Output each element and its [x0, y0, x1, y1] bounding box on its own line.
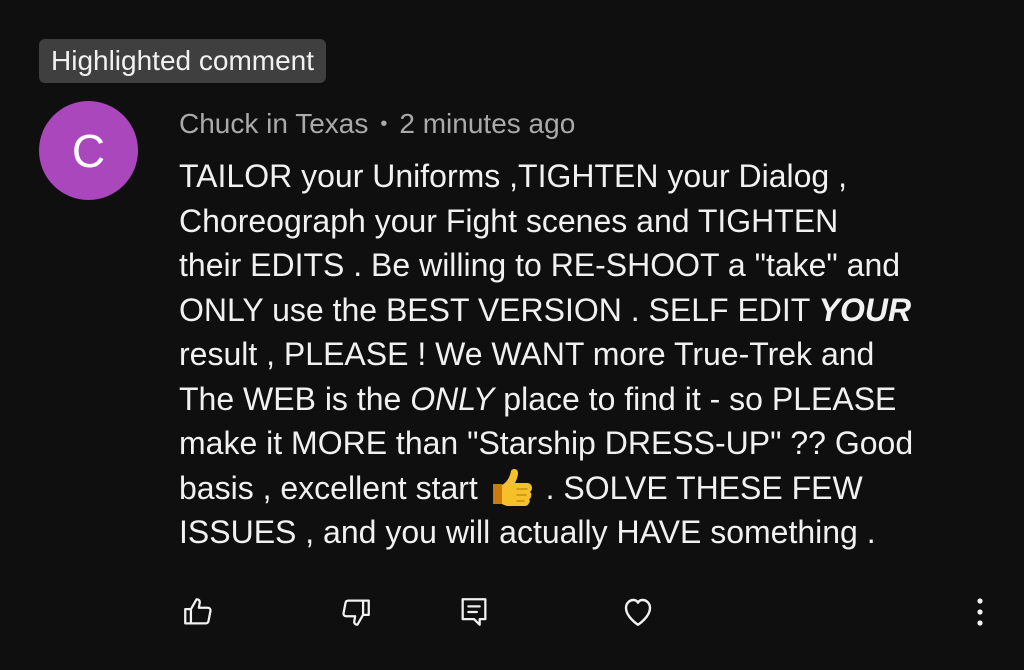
comment-meta: Chuck in Texas • 2 minutes ago [179, 104, 575, 144]
comment-text-run: place to find it - so PLEASE [494, 380, 897, 417]
thumbs-up-emoji [492, 468, 532, 506]
heart-button[interactable] [616, 590, 660, 634]
comment-line: their EDITS . Be willing to RE-SHOOT a "… [179, 247, 901, 283]
comment-line: basis , excellent start . SOLVE THESE FE… [179, 466, 1009, 511]
thumbs-down-icon [342, 599, 370, 626]
comment-text-run: The WEB is the [179, 380, 411, 417]
comment-emphasis-italic: ONLY [410, 380, 495, 417]
dislike-button[interactable] [334, 590, 378, 634]
highlighted-comment-badge: Highlighted comment [39, 39, 327, 83]
comment-text-run: ONLY use the BEST VERSION . SELF EDIT [179, 291, 819, 328]
comment-text-run: basis , excellent start [179, 469, 487, 506]
comment-line: ONLY use the BEST VERSION . SELF EDIT YO… [179, 288, 1009, 333]
comment-timestamp[interactable]: 2 minutes ago [399, 104, 575, 144]
heart-icon [624, 598, 652, 626]
comment-line: Choreograph your Fight scenes and TIGHTE… [179, 202, 839, 239]
thumbs-up-icon [184, 598, 212, 625]
comment-line: result , PLEASE ! We WANT more True-Trek… [179, 336, 875, 372]
reply-icon [461, 598, 487, 626]
comment-line: The WEB is the ONLY place to find it - s… [179, 377, 1009, 422]
comment-line: TAILOR your Uniforms ,TIGHTEN your Dialo… [179, 158, 847, 194]
avatar[interactable]: C [39, 101, 138, 200]
comment-emphasis-bold-italic: YOUR [818, 291, 912, 328]
author-name[interactable]: Chuck in Texas [179, 104, 368, 144]
comment-text-run: . SOLVE THESE FEW [536, 469, 863, 506]
comment-line: ISSUES , and you will actually HAVE some… [179, 514, 876, 550]
more-options-button[interactable] [958, 590, 1002, 634]
comment-text: TAILOR your Uniforms ,TIGHTEN your Dialo… [179, 154, 1009, 555]
reply-button[interactable] [452, 590, 496, 634]
like-button[interactable] [176, 590, 220, 634]
more-vertical-icon [977, 598, 983, 626]
meta-separator: • [380, 113, 388, 135]
avatar-letter: C [71, 124, 106, 177]
comment-line: make it MORE than "Starship DRESS-UP" ??… [179, 425, 914, 461]
